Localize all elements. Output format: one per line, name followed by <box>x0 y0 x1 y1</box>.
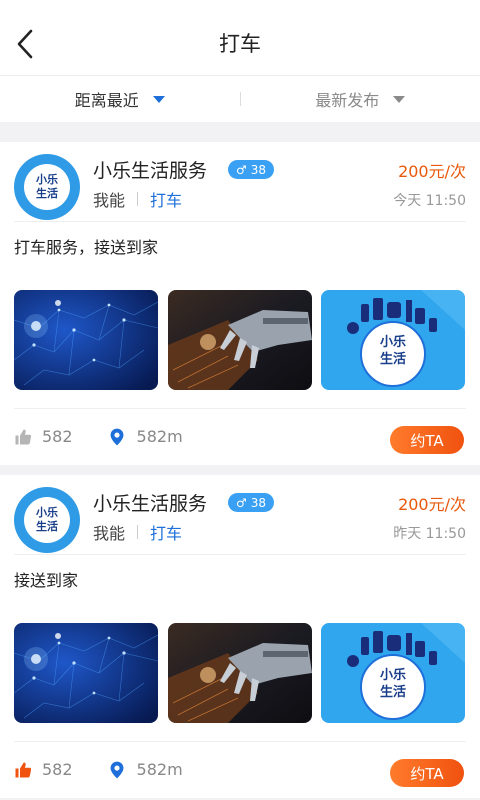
price: 200元/次 <box>398 162 466 181</box>
filter-distance[interactable]: 距离最近 <box>0 87 240 111</box>
filter-latest-label: 最新发布 <box>315 91 380 110</box>
distance-value: 582m <box>136 760 183 779</box>
service-row: 我能 打车 <box>93 187 182 211</box>
avatar[interactable]: 小乐 生活 <box>14 487 80 553</box>
divider <box>14 741 466 742</box>
logo-text-line2: 生活 <box>379 352 406 367</box>
service-row: 我能 打车 <box>93 520 182 544</box>
divider <box>14 221 466 222</box>
location-pin-icon <box>110 428 123 445</box>
male-icon: ♂ <box>236 495 247 510</box>
avatar-logo: 小乐 生活 <box>24 497 70 543</box>
age-value: 38 <box>250 162 267 177</box>
post-description: 接送到家 <box>14 571 79 590</box>
page-title: 打车 <box>219 32 261 56</box>
caret-down-icon <box>152 95 165 103</box>
logo-text-line1: 小乐 <box>379 668 406 683</box>
divider <box>14 554 466 555</box>
distance-value: 582m <box>136 427 183 446</box>
distance: 582m <box>109 427 183 446</box>
logo-text-line1: 小乐 <box>379 335 406 350</box>
thumbs-up-icon <box>15 429 32 444</box>
avatar-logo: 小乐 生活 <box>24 164 70 210</box>
avatar-text-line1: 小乐 <box>36 173 58 186</box>
age-value: 38 <box>250 495 267 510</box>
stats-row: 582 582m <box>14 760 183 779</box>
likes-count: 582 <box>42 427 73 446</box>
gender-age-badge: ♂ 38 <box>228 160 275 179</box>
book-button[interactable]: 约TA <box>390 759 464 787</box>
post-description: 打车服务，接送到家 <box>14 238 159 257</box>
avatar-text-line1: 小乐 <box>36 506 58 519</box>
avatar[interactable]: 小乐 生活 <box>14 154 80 220</box>
logo-text-line2: 生活 <box>379 685 406 700</box>
filter-latest[interactable]: 最新发布 <box>241 87 480 111</box>
photo-cleaning-logo[interactable]: 小乐 生活 <box>321 623 465 723</box>
likes[interactable]: 582 <box>14 427 73 446</box>
distance: 582m <box>109 760 183 779</box>
photo-network[interactable] <box>14 623 158 723</box>
role-label: 我能 <box>93 524 126 543</box>
book-button[interactable]: 约TA <box>390 426 464 454</box>
likes-count: 582 <box>42 760 73 779</box>
location-pin-icon <box>110 761 123 778</box>
provider-name[interactable]: 小乐生活服务 <box>93 156 207 183</box>
stats-row: 582 582m <box>14 427 183 446</box>
avatar-text-line2: 生活 <box>36 520 58 533</box>
service-tag[interactable]: 打车 <box>150 520 182 544</box>
avatar-text-line2: 生活 <box>36 187 58 200</box>
top-bar: 打车 <box>0 0 480 76</box>
thumbs-up-icon <box>15 762 32 777</box>
service-tag[interactable]: 打车 <box>150 187 182 211</box>
price: 200元/次 <box>398 495 466 514</box>
provider-name[interactable]: 小乐生活服务 <box>93 489 207 516</box>
male-icon: ♂ <box>236 162 247 177</box>
post-time: 昨天 11:50 <box>393 526 466 542</box>
likes[interactable]: 582 <box>14 760 73 779</box>
caret-down-icon <box>393 95 406 103</box>
divider <box>137 525 139 539</box>
filter-distance-label: 距离最近 <box>74 91 139 110</box>
divider <box>137 192 139 206</box>
post-card[interactable]: 小乐 生活 小乐生活服务 ♂ 38 200元/次 我能 打车 今天 11:50 … <box>0 142 480 465</box>
post-card[interactable]: 小乐 生活 小乐生活服务 ♂ 38 200元/次 我能 打车 昨天 11:50 … <box>0 475 480 798</box>
photo-cleaning-logo[interactable]: 小乐 生活 <box>321 290 465 390</box>
photo-robot-hand[interactable] <box>168 623 312 723</box>
filter-bar: 距离最近 最新发布 <box>0 76 480 122</box>
photo-network[interactable] <box>14 290 158 390</box>
post-time: 今天 11:50 <box>393 193 466 209</box>
photo-robot-hand[interactable] <box>168 290 312 390</box>
role-label: 我能 <box>93 191 126 210</box>
gender-age-badge: ♂ 38 <box>228 493 275 512</box>
divider <box>14 408 466 409</box>
